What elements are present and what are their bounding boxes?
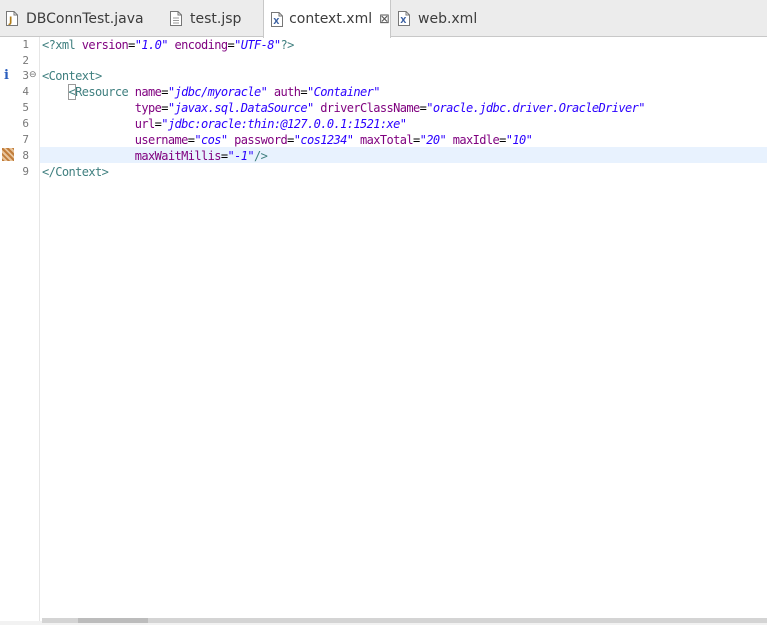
xml-decl-close: ?>: [280, 38, 295, 52]
resource-tag-name: Resource: [75, 85, 129, 99]
xml-file-icon: X: [271, 11, 283, 27]
attr-name: maxIdle: [452, 133, 500, 147]
attr-name: driverClassName: [320, 101, 420, 115]
code-line-6[interactable]: url="jdbc:oracle:thin:@127.0.0.1:1521:xe…: [42, 116, 407, 132]
line-number: 1: [22, 38, 29, 51]
line-number: 3: [22, 69, 29, 82]
attr-name: encoding: [174, 38, 229, 52]
equals: =: [287, 133, 294, 147]
attr-value: "-1": [227, 149, 255, 163]
attr-value: "jdbc/myoracle": [167, 85, 268, 99]
info-icon[interactable]: i: [4, 69, 12, 83]
line-number: 2: [22, 54, 29, 67]
code-line-8[interactable]: maxWaitMillis="-1"/>: [42, 148, 268, 164]
tab-label: web.xml: [418, 10, 478, 27]
svg-text:J: J: [8, 16, 12, 26]
line-number: 8: [22, 149, 29, 162]
xml-file-icon: X: [398, 11, 410, 26]
attr-value: "cos1234": [293, 133, 354, 147]
line-number: 5: [22, 101, 29, 114]
jsp-file-icon: [170, 11, 182, 26]
annotation-ruler[interactable]: [0, 37, 16, 625]
horizontal-scrollbar-thumb[interactable]: [78, 618, 148, 623]
tab-web-xml[interactable]: X web.xml: [398, 0, 488, 37]
attr-value: "oracle.jdbc.driver.OracleDriver": [426, 101, 645, 115]
equals: =: [220, 149, 228, 163]
line-number: 9: [22, 165, 29, 178]
equals: =: [161, 85, 168, 99]
tab-context-xml[interactable]: X context.xml ⊠: [263, 0, 391, 38]
tab-label: context.xml: [289, 11, 373, 27]
attr-name: url: [134, 117, 155, 131]
code-line-5[interactable]: type="javax.sql.DataSource" driverClassN…: [42, 100, 646, 116]
attr-name: auth: [273, 85, 301, 99]
attr-value: "UTF-8": [234, 38, 281, 52]
code-line-7[interactable]: username="cos" password="cos1234" maxTot…: [42, 132, 533, 148]
line-number: 7: [22, 133, 29, 146]
line-number: 6: [22, 117, 29, 130]
code-line-3[interactable]: <Context>: [42, 68, 102, 84]
attr-value: "1.0": [134, 38, 169, 52]
xml-decl-open: <?xml: [42, 38, 76, 52]
tab-label: DBConnTest.java: [26, 10, 144, 27]
attr-value: "20": [419, 133, 447, 147]
tab-test-jsp[interactable]: test.jsp: [170, 0, 260, 37]
attr-value: "javax.sql.DataSource": [167, 101, 314, 115]
equals: =: [300, 85, 307, 99]
warning-marker-icon[interactable]: [2, 148, 14, 161]
editor-tab-bar: J DBConnTest.java test.jsp X context.xml: [0, 0, 767, 38]
attr-name: maxWaitMillis: [134, 149, 222, 163]
context-close-tag: </Context>: [42, 165, 109, 179]
attr-name: username: [134, 133, 189, 147]
code-line-4[interactable]: <Resource name="jdbc/myoracle" auth="Con…: [42, 84, 380, 100]
equals: =: [161, 101, 168, 115]
equals: =: [499, 133, 506, 147]
close-tab-icon[interactable]: ⊠: [379, 13, 390, 26]
attr-name: type: [134, 101, 162, 115]
fold-collapse-icon[interactable]: ⊖: [29, 67, 37, 83]
attr-name: name: [134, 85, 162, 99]
tab-dbconntest-java[interactable]: J DBConnTest.java: [6, 0, 156, 37]
attr-value: "jdbc:oracle:thin:@127.0.0.1:1521:xe": [161, 117, 407, 131]
code-line-1[interactable]: <?xml version="1.0" encoding="UTF-8"?>: [42, 37, 294, 53]
line-number: 4: [22, 85, 29, 98]
attr-name: version: [81, 38, 129, 52]
java-file-icon: J: [6, 11, 18, 26]
context-open-tag: <Context>: [42, 69, 102, 83]
horizontal-scrollbar[interactable]: [42, 618, 767, 623]
tab-label: test.jsp: [190, 10, 242, 27]
equals: =: [413, 133, 420, 147]
attr-name: maxTotal: [360, 133, 414, 147]
svg-text:X: X: [273, 17, 280, 26]
attr-name: password: [234, 133, 288, 147]
svg-text:X: X: [400, 16, 407, 25]
self-close-tag: />: [254, 149, 268, 163]
attr-value: "cos": [194, 133, 228, 147]
attr-value: "10": [505, 133, 533, 147]
code-line-9[interactable]: </Context>: [42, 164, 109, 180]
equals: =: [128, 38, 135, 52]
attr-value: "Container": [307, 85, 380, 99]
